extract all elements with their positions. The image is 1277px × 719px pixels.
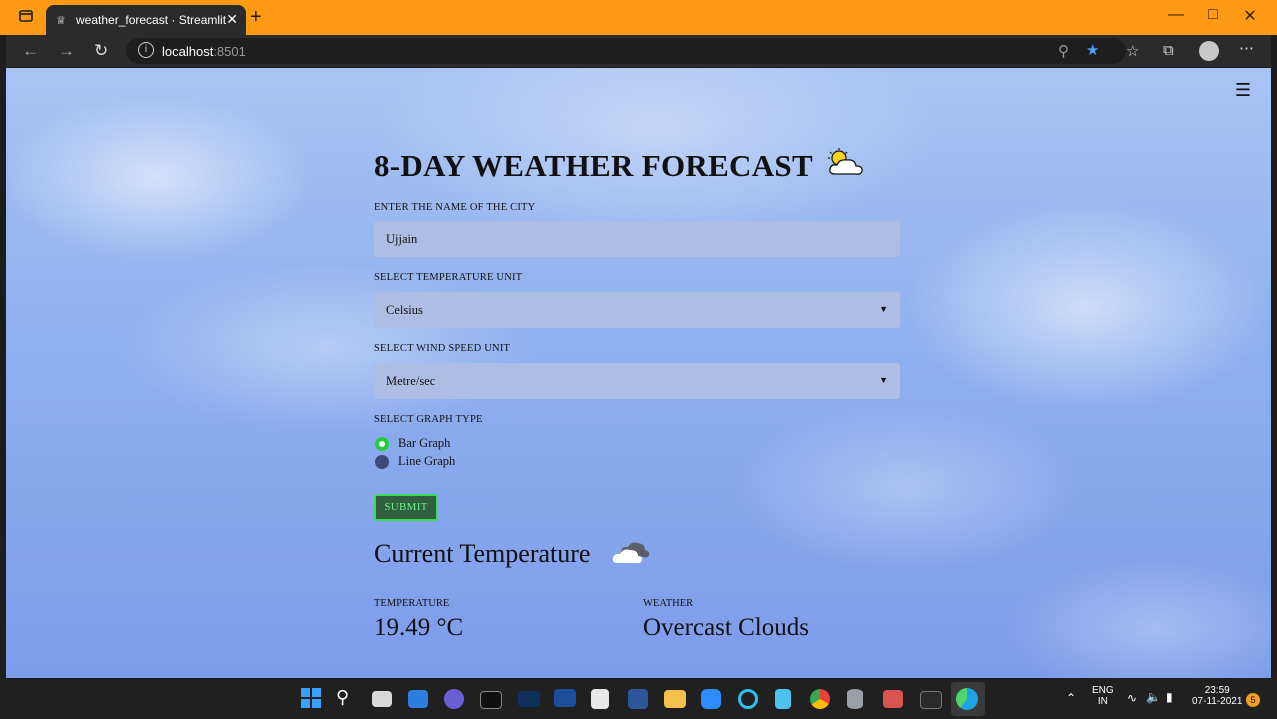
radio-label: Bar Graph — [398, 436, 451, 450]
tab-actions-icon[interactable] — [18, 8, 38, 28]
task-view-icon[interactable] — [372, 691, 392, 707]
temperature-metric-label: TEMPERATURE — [374, 598, 450, 609]
file-explorer-icon[interactable] — [664, 690, 686, 708]
language-indicator[interactable]: ENG IN — [1092, 685, 1114, 707]
volume-icon[interactable]: 🔈 — [1146, 690, 1161, 704]
temp-unit-select[interactable]: Celsius ▼ — [374, 292, 900, 328]
battery-icon[interactable]: ▮ — [1166, 690, 1173, 704]
profile-avatar[interactable] — [1199, 41, 1219, 61]
forward-icon[interactable]: → — [58, 41, 75, 61]
weather-metric-value: Overcast Clouds — [643, 614, 809, 641]
sun-behind-cloud-icon — [826, 148, 866, 178]
site-info-icon[interactable]: i — [138, 42, 154, 58]
city-input[interactable]: Ujjain — [374, 221, 900, 257]
url-field[interactable]: i localhost:8501 ⚲ ★ — [126, 38, 1126, 64]
cloud-icon — [611, 538, 651, 566]
notes-icon[interactable] — [775, 689, 791, 709]
title-bar: ♕ weather_forecast · Streamlit ✕ + — □ ✕ — [0, 0, 1277, 35]
search-icon[interactable]: ⚲ — [336, 687, 360, 711]
hamburger-menu-icon[interactable]: ☰ — [1235, 80, 1251, 101]
powershell-icon[interactable] — [920, 691, 942, 709]
more-options-icon[interactable]: ⋯ — [1239, 39, 1254, 57]
favorite-star-icon[interactable]: ★ — [1086, 41, 1099, 59]
terminal-icon[interactable] — [480, 691, 502, 709]
submit-button[interactable]: SUBMIT — [374, 494, 438, 521]
browser-window: ♕ weather_forecast · Streamlit ✕ + — □ ✕… — [0, 0, 1277, 719]
widgets-icon[interactable] — [408, 690, 428, 708]
maximize-icon[interactable]: □ — [1201, 6, 1225, 24]
wifi-icon[interactable]: ∿ — [1127, 691, 1137, 705]
wind-unit-value: Metre/sec — [386, 374, 436, 388]
browser-tab[interactable]: ♕ weather_forecast · Streamlit ✕ — [46, 5, 246, 35]
minimize-icon[interactable]: — — [1164, 6, 1188, 24]
chrome-icon[interactable] — [810, 689, 830, 709]
alexa-icon[interactable] — [738, 689, 758, 709]
tab-title: weather_forecast · Streamlit — [76, 13, 227, 27]
wind-unit-label: SELECT WIND SPEED UNIT — [374, 343, 511, 354]
mysql-icon[interactable] — [518, 691, 540, 707]
word-icon[interactable] — [628, 689, 648, 709]
city-value: Ujjain — [386, 232, 418, 246]
collections-icon[interactable]: ⧉ — [1163, 42, 1174, 59]
refresh-icon[interactable]: ↻ — [94, 41, 108, 61]
page-title: 8-DAY WEATHER FORECAST — [374, 148, 866, 184]
close-tab-icon[interactable]: ✕ — [226, 11, 238, 28]
close-window-icon[interactable]: ✕ — [1238, 6, 1262, 26]
back-icon[interactable]: ← — [22, 41, 39, 61]
chevron-down-icon: ▼ — [879, 375, 888, 385]
url-text: localhost:8501 — [162, 44, 246, 59]
favorites-list-icon[interactable]: ☆ — [1126, 42, 1139, 60]
clock[interactable]: 23:59 07-11-2021 — [1192, 685, 1242, 707]
show-hidden-icons[interactable]: ⌃ — [1066, 691, 1076, 705]
radio-unselected-icon — [375, 455, 389, 469]
temperature-metric-value: 19.49 °C — [374, 614, 464, 641]
radio-label: Line Graph — [398, 454, 456, 468]
temp-unit-value: Celsius — [386, 303, 423, 317]
streamlit-favicon-icon: ♕ — [56, 15, 66, 27]
notification-badge[interactable]: 5 — [1246, 693, 1260, 707]
graph-type-label: SELECT GRAPH TYPE — [374, 414, 483, 425]
streamlit-page: ☰ 8-DAY WEATHER FORECAST ENTER THE NAME … — [6, 68, 1271, 678]
database-icon[interactable] — [847, 689, 863, 709]
chevron-down-icon: ▼ — [879, 304, 888, 314]
city-label: ENTER THE NAME OF THE CITY — [374, 202, 536, 213]
weather-metric-label: WEATHER — [643, 598, 694, 609]
edge-icon[interactable] — [956, 688, 978, 710]
teams-chat-icon[interactable] — [444, 689, 464, 709]
notepad-icon[interactable] — [591, 689, 609, 709]
windows-taskbar: ⚲ ⌃ ENG IN ∿ 🔈 ▮ 23:59 07-11-2021 5 — [0, 679, 1277, 719]
temp-unit-label: SELECT TEMPERATURE UNIT — [374, 272, 523, 283]
address-bar: ← → ↻ i localhost:8501 ⚲ ★ ☆ ⧉ ⋯ — [6, 35, 1271, 67]
start-menu-icon[interactable] — [300, 687, 324, 711]
radio-selected-icon — [375, 437, 389, 451]
dev-cpp-icon[interactable] — [554, 689, 576, 707]
zoom-icon[interactable]: ⚲ — [1058, 42, 1069, 60]
zoom-app-icon[interactable] — [701, 689, 721, 709]
current-temperature-heading: Current Temperature — [374, 538, 651, 569]
wind-unit-select[interactable]: Metre/sec ▼ — [374, 363, 900, 399]
app-icon[interactable] — [883, 690, 903, 708]
new-tab-icon[interactable]: + — [250, 6, 262, 29]
